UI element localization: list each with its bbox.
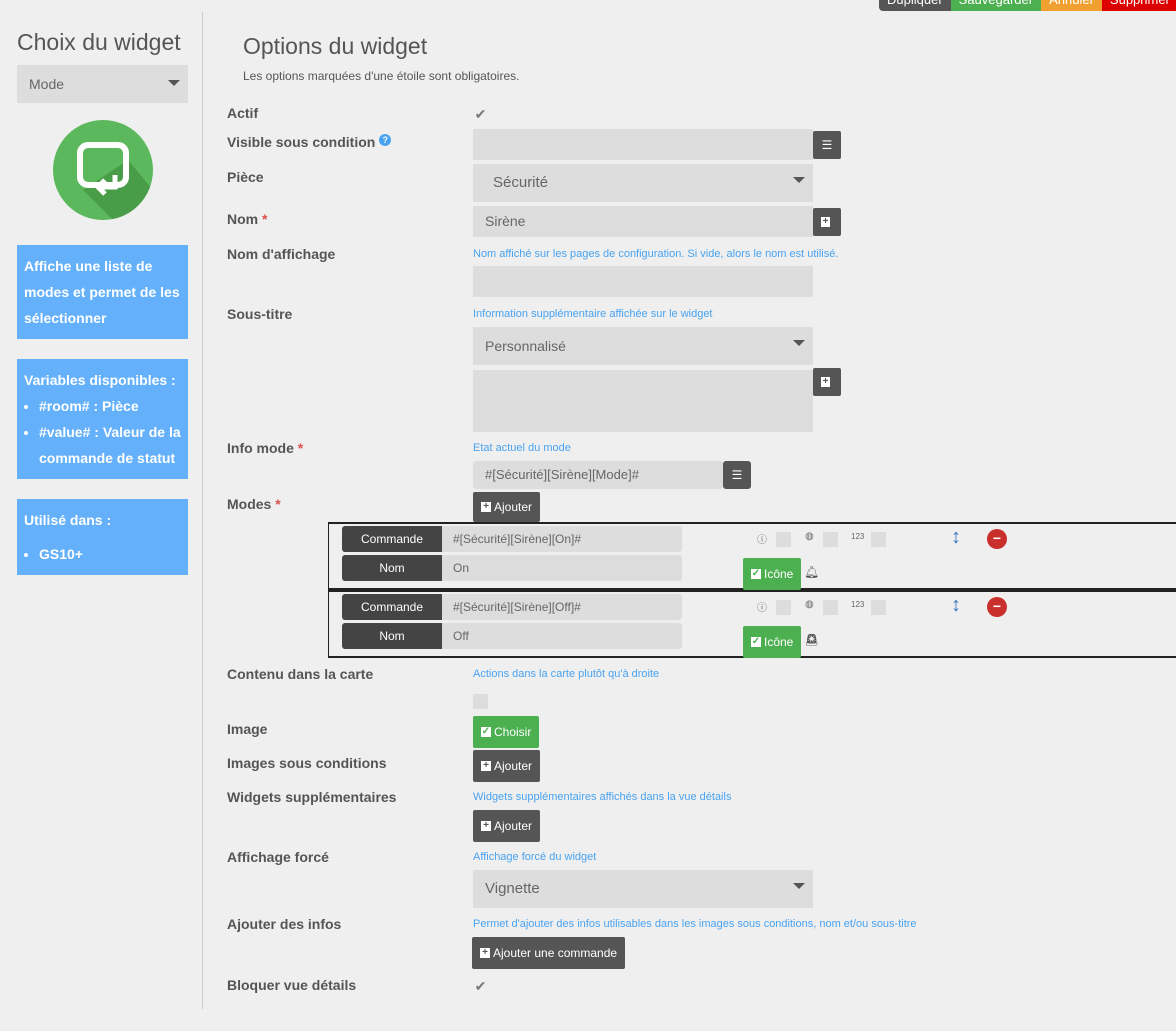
hint: Affichage forcé du widget [473,851,597,863]
name-label: Nom [342,555,442,581]
name-input[interactable]: Off [442,623,682,649]
command-input[interactable]: #[Sécurité][Sirène][On]# [442,526,682,552]
page-subtitle: Les options marquées d'une étoile sont o… [243,69,520,83]
label-piece: Pièce [227,169,264,185]
hint: Permet d'ajouter des infos utilisables d… [473,918,917,930]
list-icon[interactable]: ☰ [813,131,841,159]
icon-button[interactable]: ✓ Icône [743,558,802,590]
mode-row: Commande #[Sécurité][Sirène][On]# Nom On… [328,522,1176,590]
used-in-item: GS10+ [39,541,181,567]
label-ajouter-infos: Ajouter des infos [227,916,342,932]
remove-icon[interactable]: − [987,529,1007,549]
divider [202,12,203,1009]
bloquer-checkbox[interactable]: ✔ [473,979,488,994]
sidebar: Choix du widget Mode Affiche une liste d… [17,30,188,595]
hint: Etat actuel du mode [473,442,571,454]
siren-icon: 🚨︎ [804,633,820,647]
checkbox[interactable] [776,532,791,547]
info-mode-input[interactable]: #[Sécurité][Sirène][Mode]# [473,461,723,489]
move-icon[interactable]: ↕ [951,526,961,549]
choose-image-button[interactable]: ✓ Choisir [473,716,540,748]
contenu-checkbox[interactable] [473,694,488,709]
cancel-button[interactable]: Annuler [1041,0,1102,11]
toolbar: Dupliquer Sauvegarder Annuler Supprimer [879,0,1176,11]
label-nom-affichage: Nom d'affichage [227,246,336,262]
label-images-cond: Images sous conditions [227,755,387,771]
page-title: Options du widget [243,33,428,59]
hint: Actions dans la carte plutôt qu'à droite [473,668,660,680]
add-widget-button[interactable]: + Ajouter [473,810,541,842]
variables-box: Variables disponibles : #room# : Pièce#va… [17,359,188,479]
widget-select[interactable]: Mode [17,65,188,103]
name-label: Nom [342,623,442,649]
variables-title: Variables disponibles : [24,372,176,388]
bell-icon: 🔔︎ [804,565,820,579]
number-icon: 123 [851,532,865,541]
command-label[interactable]: Commande [342,526,442,552]
checkbox[interactable] [823,532,838,547]
used-in-title: Utilisé dans : [24,512,112,528]
variable-item: #value# : Valeur de la commande de statu… [39,419,181,471]
name-input[interactable]: On [442,555,682,581]
checkbox[interactable] [871,532,886,547]
fingerprint-icon: ◍ [805,531,814,542]
nom-affichage-input[interactable] [473,266,813,297]
checkbox[interactable] [823,600,838,615]
label-actif: Actif [227,105,259,121]
hint: Information supplémentaire affichée sur … [473,308,713,320]
remove-icon[interactable]: − [987,597,1007,617]
caret-down-icon [793,177,805,183]
move-icon[interactable]: ↕ [951,594,961,617]
visible-condition-input[interactable] [473,129,813,160]
command-label[interactable]: Commande [342,594,442,620]
label-contenu: Contenu dans la carte [227,666,374,682]
icon-button[interactable]: ✓ Icône [743,626,802,658]
caret-down-icon [168,80,180,86]
label-widgets-sup: Widgets supplémentaires [227,789,397,805]
sous-titre-textarea[interactable] [473,370,813,432]
command-input[interactable]: #[Sécurité][Sirène][Off]# [442,594,682,620]
label-nom: Nom * [227,211,268,227]
label-sous-titre: Sous-titre [227,306,293,322]
list-icon[interactable]: ☰ [723,461,751,489]
delete-button[interactable]: Supprimer [1101,0,1176,11]
save-button[interactable]: Sauvegarder [950,0,1042,11]
variable-item: #room# : Pièce [39,393,181,419]
add-icon[interactable]: + [813,208,841,236]
label-affichage: Affichage forcé [227,849,329,865]
widget-select-value: Mode [29,76,65,92]
checkbox[interactable] [871,600,886,615]
caret-down-icon [793,340,805,346]
label-image: Image [227,721,268,737]
question-icon: ⓘ [757,603,767,614]
mode-row: Commande #[Sécurité][Sirène][Off]# Nom O… [328,590,1176,658]
add-icon[interactable]: + [813,368,841,396]
nom-input[interactable]: Sirène [473,206,813,237]
hint: Widgets supplémentaires affichés dans la… [473,791,732,803]
description-box: Affiche une liste de modes et permet de … [17,245,188,339]
label-modes: Modes * [227,496,281,512]
used-in-box: Utilisé dans : GS10+ [17,499,188,575]
piece-select[interactable]: Sécurité [473,164,813,202]
fingerprint-icon: ◍ [805,599,814,610]
duplicate-button[interactable]: Dupliquer [879,0,951,11]
hint: Nom affiché sur les pages de configurati… [473,248,839,260]
add-mode-button[interactable]: + Ajouter [473,492,541,522]
sidebar-title: Choix du widget [17,29,181,55]
caret-down-icon [793,883,805,889]
help-icon[interactable]: ? [379,134,392,146]
affichage-select[interactable]: Vignette [473,870,813,908]
widget-logo-icon [52,120,153,220]
label-visible: Visible sous condition ? [227,134,392,150]
add-image-condition-button[interactable]: + Ajouter [473,750,541,782]
checkbox[interactable] [776,600,791,615]
number-icon: 123 [851,600,865,609]
question-icon: ⓘ [757,535,767,546]
sous-titre-select[interactable]: Personnalisé [473,327,813,365]
label-info-mode: Info mode * [227,440,304,456]
add-command-button[interactable]: + Ajouter une commande [472,937,626,969]
actif-checkbox[interactable]: ✔ [473,107,488,122]
label-bloquer: Bloquer vue détails [227,977,357,993]
